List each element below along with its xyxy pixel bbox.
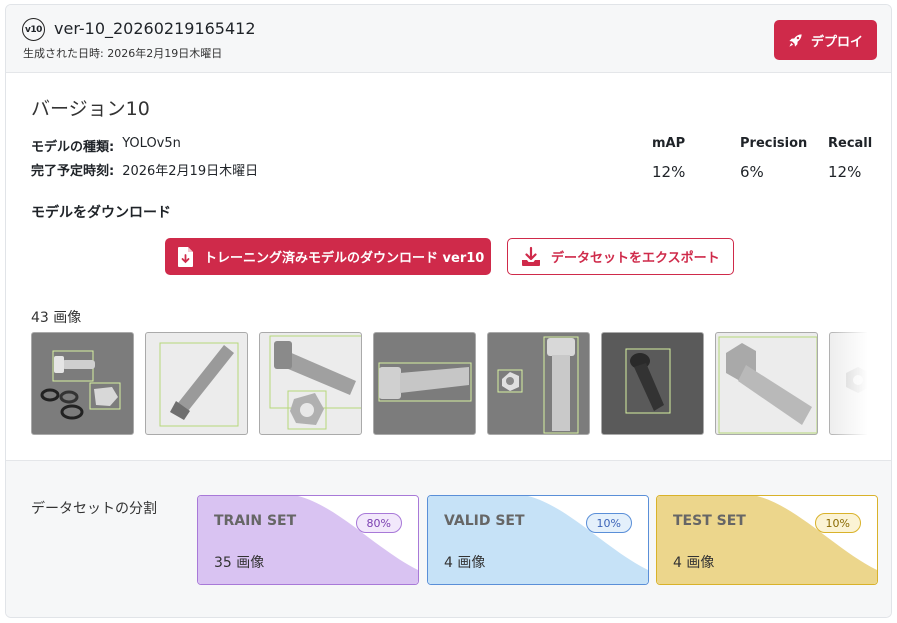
bolt-nut-washer-image[interactable] [31,332,134,435]
metric-label: Precision [740,136,808,151]
download-section-title: モデルをダウンロード [31,205,171,221]
generated-date: 生成された日時: 2026年2月19日木曜日 [23,47,223,60]
metric-label: mAP [652,136,686,151]
valid-set-card[interactable]: VALID SET 10% 4 画像 [427,495,649,585]
bolt-horizontal-image[interactable] [373,332,476,435]
version-badge-icon: v10 [22,18,45,41]
metric-value: 12% [828,163,862,181]
set-percent-badge: 10% [814,513,861,533]
set-percent-badge: 10% [585,513,632,533]
export-dataset-label: データセットをエクスポート [551,251,720,266]
metric-precision: Precision 6% [740,136,807,181]
metric-label: Recall [828,136,873,151]
rocket-icon [789,33,802,47]
split-label: データセットの分割 [31,501,157,517]
image-count: 43 画像 [31,310,82,326]
metric-recall: Recall 12% [828,136,872,181]
set-count: 35 画像 [214,555,265,571]
eta-key: 完了予定時刻: [31,164,115,179]
set-count: 4 画像 [673,555,715,571]
dataset-split-section: データセットの分割 TRAIN SET 80% 35 画像 VALID SET … [6,460,891,617]
version-card: v10 ver-10_20260219165412 生成された日時: 2026年… [5,4,892,618]
test-set-card[interactable]: TEST SET 10% 4 画像 [656,495,878,585]
set-name: TRAIN SET [214,513,297,529]
set-name: TEST SET [673,513,746,529]
version-header: v10 ver-10_20260219165412 生成された日時: 2026年… [6,5,891,73]
version-name: バージョン10 [31,98,150,120]
hex-bolt-image[interactable] [145,332,248,435]
download-tray-icon [522,246,540,266]
set-name: VALID SET [444,513,525,529]
download-model-button[interactable]: トレーニング済みモデルのダウンロード ver10 [165,238,491,275]
model-type-value: YOLOv5n [122,136,181,151]
large-bolt-image[interactable] [715,332,818,435]
eta-value: 2026年2月19日木曜日 [122,164,259,179]
export-dataset-button[interactable]: データセットをエクスポート [507,238,734,275]
file-download-icon [178,246,193,267]
deploy-label: デプロイ [810,34,863,50]
set-count: 4 画像 [444,555,486,571]
nut-image[interactable] [829,332,867,435]
socket-screw-image[interactable] [601,332,704,435]
download-model-label: トレーニング済みモデルのダウンロード ver10 [204,251,485,266]
bolt-and-nut-image[interactable] [259,332,362,435]
eta-row: 完了予定時刻: 2026年2月19日木曜日 [31,160,258,179]
model-type-key: モデルの種類: [31,140,115,155]
train-set-card[interactable]: TRAIN SET 80% 35 画像 [197,495,419,585]
set-percent-badge: 80% [355,513,402,533]
metric-map: mAP 12% [652,136,685,181]
metric-value: 6% [740,163,764,181]
bolt-vertical-nut-image[interactable] [487,332,590,435]
version-title: ver-10_20260219165412 [54,19,256,38]
model-type-row: モデルの種類: YOLOv5n [31,136,181,155]
thumbnail-strip [31,332,867,436]
deploy-button[interactable]: デプロイ [774,20,877,60]
metric-value: 12% [652,163,686,181]
